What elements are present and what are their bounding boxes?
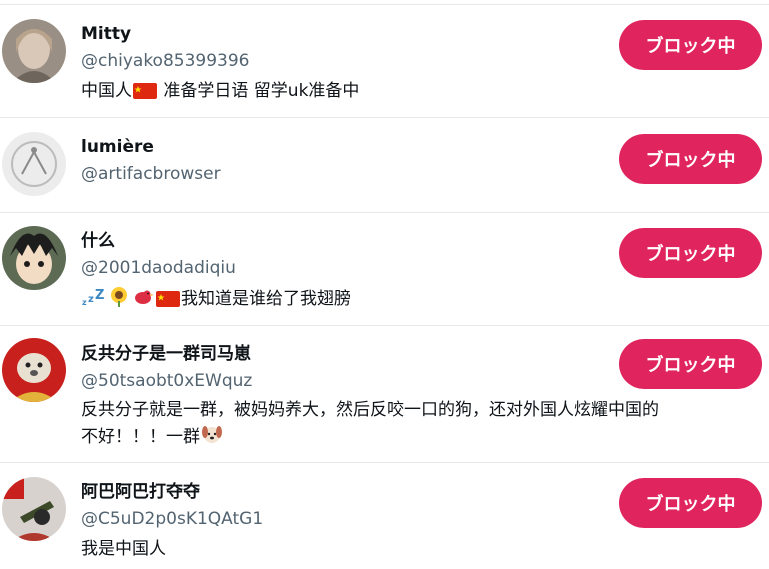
avatar[interactable] (2, 19, 66, 83)
user-bio: 中国人 准备学日语 留学uk准备中 (81, 79, 359, 107)
china-flag-emoji-icon (133, 82, 157, 107)
blocked-button[interactable]: ブロック中 (619, 478, 762, 528)
svg-text:z: z (88, 294, 94, 305)
zzz-emoji-icon: zzZ (82, 287, 106, 315)
user-handle[interactable]: @2001daodadiqiu (81, 257, 236, 279)
svg-text:Z: Z (95, 288, 104, 303)
user-name[interactable]: lumière (81, 136, 154, 158)
bio-text: 不好！！！一群 (81, 427, 200, 447)
user-name[interactable]: 什么 (81, 230, 115, 252)
bio-text: 中国人 (81, 81, 132, 101)
blocked-button[interactable]: ブロック中 (619, 339, 762, 389)
bio-text: 准备学日语 留学uk准备中 (163, 81, 360, 101)
user-handle[interactable]: @chiyako85399396 (81, 50, 250, 72)
blocked-button[interactable]: ブロック中 (619, 134, 762, 184)
user-row-aba[interactable]: 阿巴阿巴打夺夺 @C5uD2p0sK1QAtG1 我是中国人 ブロック中 (0, 462, 769, 569)
bio-text: 我是中国人 (81, 539, 166, 559)
sunflower-emoji-icon (108, 285, 130, 315)
bird-emoji-icon (132, 287, 154, 315)
bio-text: 我知道是谁给了我翅膀 (181, 289, 351, 309)
user-name[interactable]: 反共分子是一群司马崽 (81, 343, 251, 365)
user-row-lumiere[interactable]: lumière @artifacbrowser ブロック中 (0, 117, 769, 212)
user-bio: 我是中国人 (81, 537, 166, 562)
user-row-mitty[interactable]: Mitty @chiyako85399396 中国人 准备学日语 留学uk准备中… (0, 4, 769, 117)
user-row-shenme[interactable]: 什么 @2001daodadiqiu z z Z 我知道是谁给了我翅膀 ブロック中 (0, 212, 769, 325)
user-handle[interactable]: @50tsaobt0xEWquz (81, 370, 252, 392)
avatar[interactable] (2, 338, 66, 402)
avatar[interactable] (2, 132, 66, 196)
user-handle[interactable]: @C5uD2p0sK1QAtG1 (81, 508, 263, 530)
svg-text:z: z (82, 298, 87, 307)
user-name[interactable]: 阿巴阿巴打夺夺 (81, 481, 200, 503)
user-bio: z z Z 我知道是谁给了我翅膀 (81, 285, 351, 315)
avatar[interactable] (2, 226, 66, 290)
dog-face-emoji-icon (201, 423, 223, 453)
china-flag-emoji-icon (156, 290, 180, 315)
blocked-button[interactable]: ブロック中 (619, 228, 762, 278)
user-name[interactable]: Mitty (81, 23, 131, 45)
user-handle[interactable]: @artifacbrowser (81, 163, 221, 185)
user-bio: 反共分子就是一群，被妈妈养大，然后反咬一口的狗，还对外国人炫耀中国的 不好！！！… (81, 398, 659, 453)
blocked-button[interactable]: ブロック中 (619, 20, 762, 70)
avatar[interactable] (2, 477, 66, 541)
user-row-fangong[interactable]: 反共分子是一群司马崽 @50tsaobt0xEWquz 反共分子就是一群，被妈妈… (0, 325, 769, 462)
bio-text: 反共分子就是一群，被妈妈养大，然后反咬一口的狗，还对外国人炫耀中国的 (81, 400, 659, 420)
